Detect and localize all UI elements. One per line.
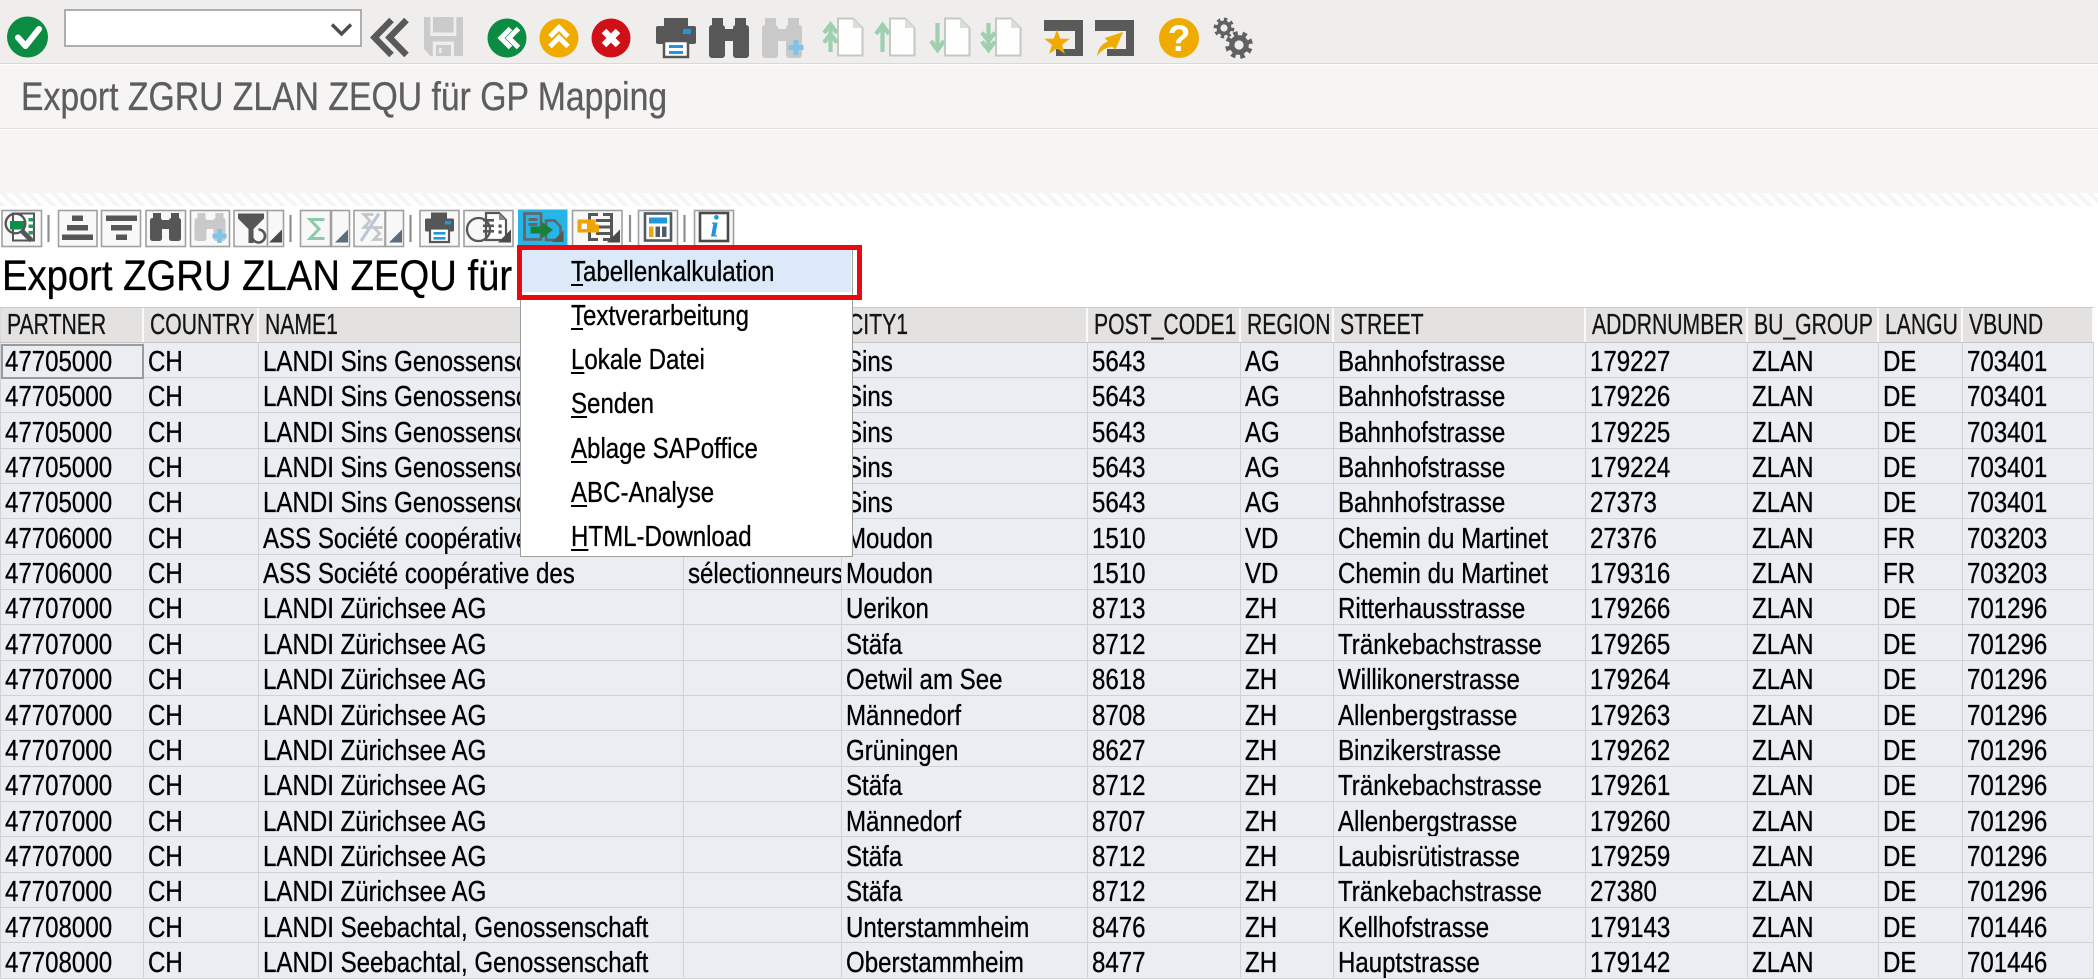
svg-text:?: ? bbox=[1168, 18, 1191, 59]
svg-text:i: i bbox=[710, 209, 719, 244]
